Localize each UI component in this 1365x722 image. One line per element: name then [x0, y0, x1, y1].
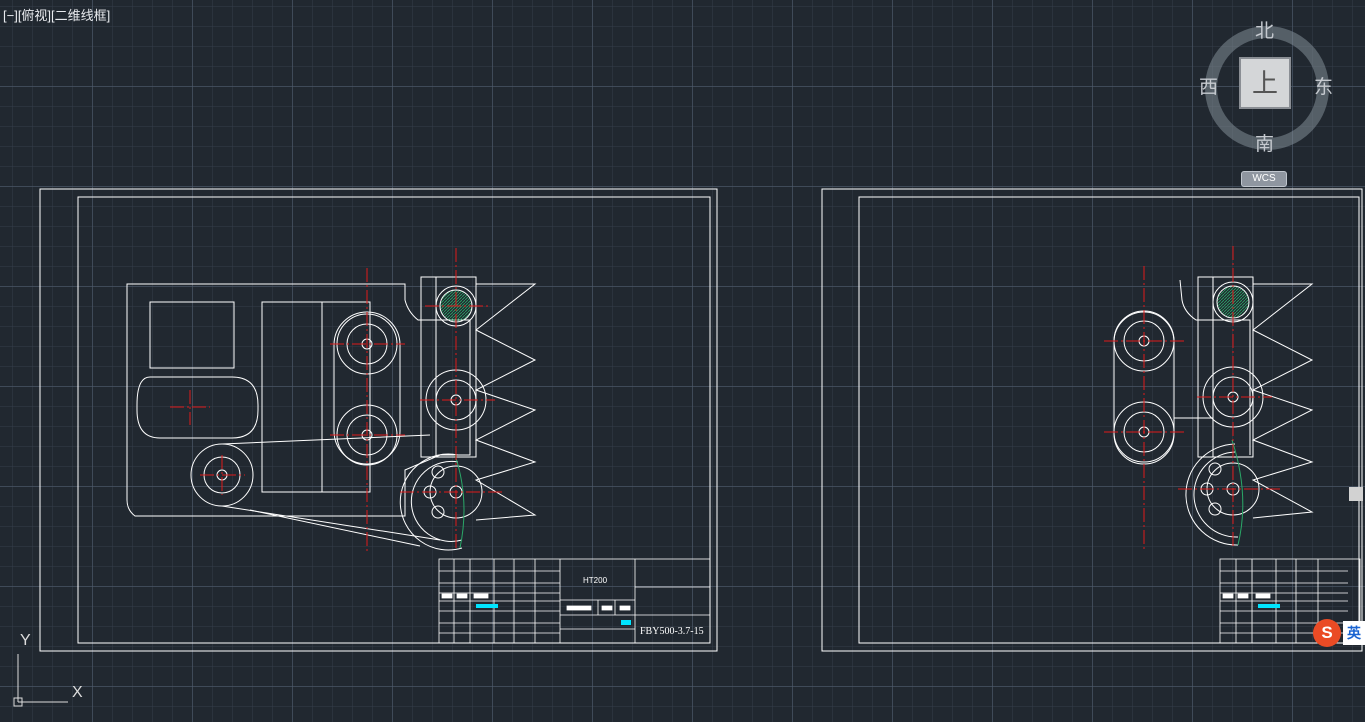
compass-north-label[interactable]: 北	[1255, 16, 1274, 43]
viewcube[interactable]: 北 南 西 东 上 WCS	[1197, 14, 1337, 189]
sheet-right-inner-frame	[858, 196, 1360, 644]
sheet-left-inner-frame	[77, 196, 711, 644]
sogou-logo-icon[interactable]: S	[1313, 619, 1341, 647]
upper-window	[149, 301, 235, 369]
sheet-left	[39, 188, 718, 652]
ime-language-toggle[interactable]: 英	[1343, 621, 1365, 645]
title-drawing-number: FBY500-3.7-15	[640, 626, 704, 637]
sheet-right-outer-border	[821, 188, 1363, 652]
vertical-scrollbar[interactable]	[1349, 0, 1365, 722]
ucs-x-label: X	[72, 684, 83, 701]
ucs-y-label: Y	[20, 632, 31, 649]
scrollbar-thumb[interactable]	[1349, 487, 1363, 501]
sheet-right	[821, 188, 1363, 652]
ucs-icon: Y X	[10, 630, 90, 710]
title-material: HT200	[583, 576, 608, 585]
compass-west-label[interactable]: 西	[1199, 72, 1218, 99]
compass-south-label[interactable]: 南	[1255, 129, 1274, 156]
sheet-left-outer-border	[39, 188, 718, 652]
ime-indicator[interactable]: S 英	[1313, 619, 1365, 647]
frame-outline	[126, 283, 471, 517]
cabinet-panel	[261, 301, 371, 493]
wcs-menu-button[interactable]: WCS	[1241, 171, 1287, 187]
center-lines-right	[1104, 246, 1282, 550]
compass-east-label[interactable]: 东	[1314, 72, 1333, 99]
drawing-canvas[interactable]: HT200 FBY500-3.7-15	[0, 0, 1365, 722]
viewcube-top-face[interactable]: 上	[1239, 57, 1291, 109]
cutter-teeth	[474, 283, 537, 521]
